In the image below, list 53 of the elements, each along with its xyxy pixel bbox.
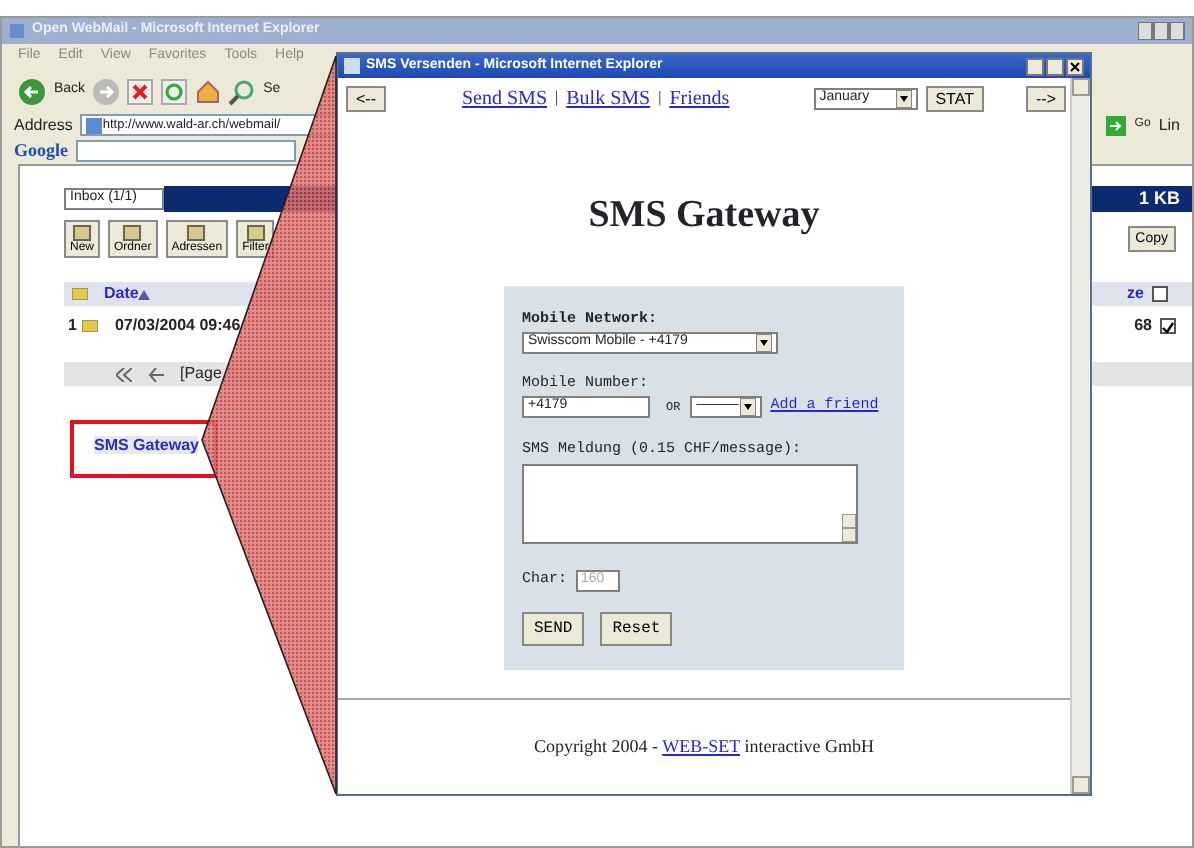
page-label: [Page xyxy=(180,362,222,386)
message-size: 68 xyxy=(1134,314,1152,338)
back-button[interactable]: <-- xyxy=(346,85,386,111)
column-header[interactable]: Date xyxy=(104,282,139,306)
link-separator: | xyxy=(555,86,559,110)
copyright-text: Copyright 2004 - WEB-SET interactive GmbH xyxy=(534,733,874,760)
previous-page-icon xyxy=(148,367,164,381)
go-arrow-icon xyxy=(1106,115,1127,135)
dropdown-icon xyxy=(756,333,772,352)
company-link[interactable]: WEB-SET xyxy=(662,735,740,756)
scrollbar[interactable] xyxy=(1070,78,1090,794)
tool-icon xyxy=(122,224,143,242)
nav-link[interactable]: Send SMS xyxy=(462,83,548,113)
links-label: Lin xyxy=(1158,113,1180,137)
refresh-icon xyxy=(159,77,188,105)
tool-icon xyxy=(186,224,207,242)
sms-gateway-link[interactable]: SMS Gateway xyxy=(94,436,199,454)
link-separator: | xyxy=(658,86,662,110)
mailbox-size: 1 KB xyxy=(1138,185,1180,212)
tool-icon xyxy=(72,224,92,242)
forward-button[interactable]: --> xyxy=(1026,85,1066,111)
search-icon xyxy=(227,77,256,105)
nav-link[interactable]: Friends xyxy=(669,83,730,113)
message-field[interactable] xyxy=(522,463,858,543)
address-label: Address xyxy=(14,113,73,137)
home-icon xyxy=(193,77,222,105)
scroll-up-icon xyxy=(842,513,856,527)
select-all-checkbox[interactable] xyxy=(1152,286,1168,302)
message-checkbox[interactable] xyxy=(1160,318,1176,334)
google-label: Google xyxy=(14,137,68,164)
page-icon xyxy=(8,22,26,40)
nav-link[interactable]: Bulk SMS xyxy=(566,83,651,113)
check-icon xyxy=(1160,319,1176,333)
window-controls-icon xyxy=(1138,22,1186,40)
message-date: 07/03/2004 09:46 xyxy=(114,314,241,338)
envelope-icon xyxy=(72,288,88,300)
first-page-icon xyxy=(116,367,132,381)
tool-icon xyxy=(245,224,266,242)
envelope-icon xyxy=(82,320,99,332)
google-search-field[interactable] xyxy=(76,140,296,162)
dropdown-icon xyxy=(895,89,912,107)
sort-arrow-icon xyxy=(138,289,151,299)
stat-button[interactable]: STAT xyxy=(925,85,984,111)
message-number: 1 xyxy=(68,314,77,338)
page-icon xyxy=(344,58,360,74)
column-header[interactable]: ze xyxy=(1127,282,1144,306)
dropdown-icon xyxy=(740,398,757,417)
page-icon xyxy=(86,117,103,133)
form-button[interactable]: Reset xyxy=(600,611,673,646)
page-heading: SMS Gateway xyxy=(586,192,822,240)
stop-icon xyxy=(125,77,154,105)
form-button[interactable]: SEND xyxy=(522,611,585,646)
window-controls-icon xyxy=(1026,57,1084,75)
